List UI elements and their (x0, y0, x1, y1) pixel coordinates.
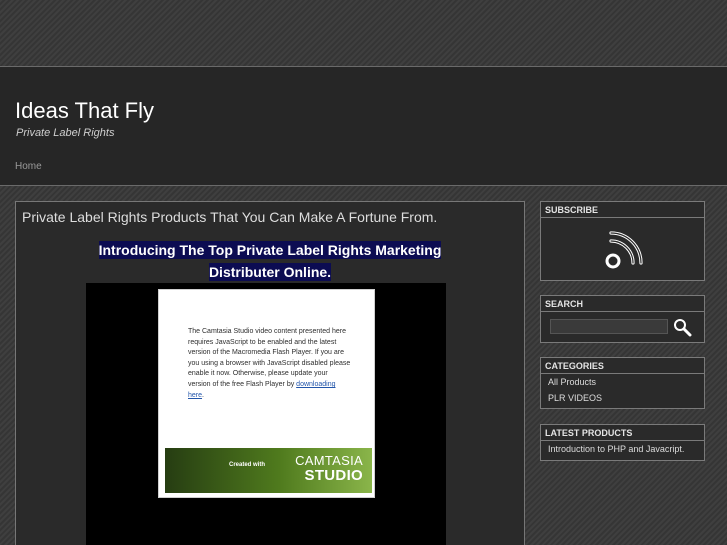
nav-home-link[interactable]: Home (15, 161, 42, 172)
category-item-plr-videos[interactable]: PLR VIDEOS (541, 390, 704, 406)
flash-message: The Camtasia Studio video content presen… (188, 328, 351, 388)
video-player[interactable]: The Camtasia Studio video content presen… (86, 283, 446, 545)
magnifier-icon[interactable] (672, 317, 692, 337)
flash-tail: . (202, 391, 204, 399)
flash-notice-text: The Camtasia Studio video content presen… (188, 327, 352, 401)
flash-notice-box: The Camtasia Studio video content presen… (158, 289, 375, 498)
site-title[interactable]: Ideas That Fly (15, 98, 154, 124)
main-content: Private Label Rights Products That You C… (15, 201, 525, 545)
site-header: Ideas That Fly Private Label Rights Home (0, 66, 727, 186)
category-item-all-products[interactable]: All Products (541, 374, 704, 390)
subscribe-title: SUBSCRIBE (541, 202, 704, 218)
camtasia-product: STUDIO (304, 467, 363, 484)
latest-products-widget: LATEST PRODUCTS Introduction to PHP and … (540, 424, 705, 461)
categories-widget: CATEGORIES All Products PLR VIDEOS (540, 357, 705, 409)
search-input[interactable] (550, 319, 668, 334)
subscribe-widget: SUBSCRIBE (540, 201, 705, 281)
latest-products-title: LATEST PRODUCTS (541, 425, 704, 441)
rss-icon[interactable] (601, 227, 647, 273)
promo-headline: Introducing The Top Private Label Rights… (16, 239, 524, 283)
promo-line-2: Distributer Online. (208, 263, 332, 281)
created-with-label: Created with (229, 462, 266, 468)
search-title: SEARCH (541, 296, 704, 312)
promo-line-1: Introducing The Top Private Label Rights… (98, 241, 442, 259)
categories-list: All Products PLR VIDEOS (541, 374, 704, 406)
camtasia-logo: CAMTASIA STUDIO (295, 453, 363, 483)
latest-product-item[interactable]: Introduction to PHP and Javacript. (541, 441, 704, 457)
top-pattern-band (0, 0, 727, 66)
latest-products-list: Introduction to PHP and Javacript. (541, 441, 704, 457)
categories-title: CATEGORIES (541, 358, 704, 374)
site-tagline: Private Label Rights (16, 127, 115, 139)
camtasia-brand: CAMTASIA (295, 453, 363, 468)
search-widget: SEARCH (540, 295, 705, 343)
camtasia-banner: Created with CAMTASIA STUDIO (165, 448, 372, 493)
post-title[interactable]: Private Label Rights Products That You C… (22, 209, 437, 225)
